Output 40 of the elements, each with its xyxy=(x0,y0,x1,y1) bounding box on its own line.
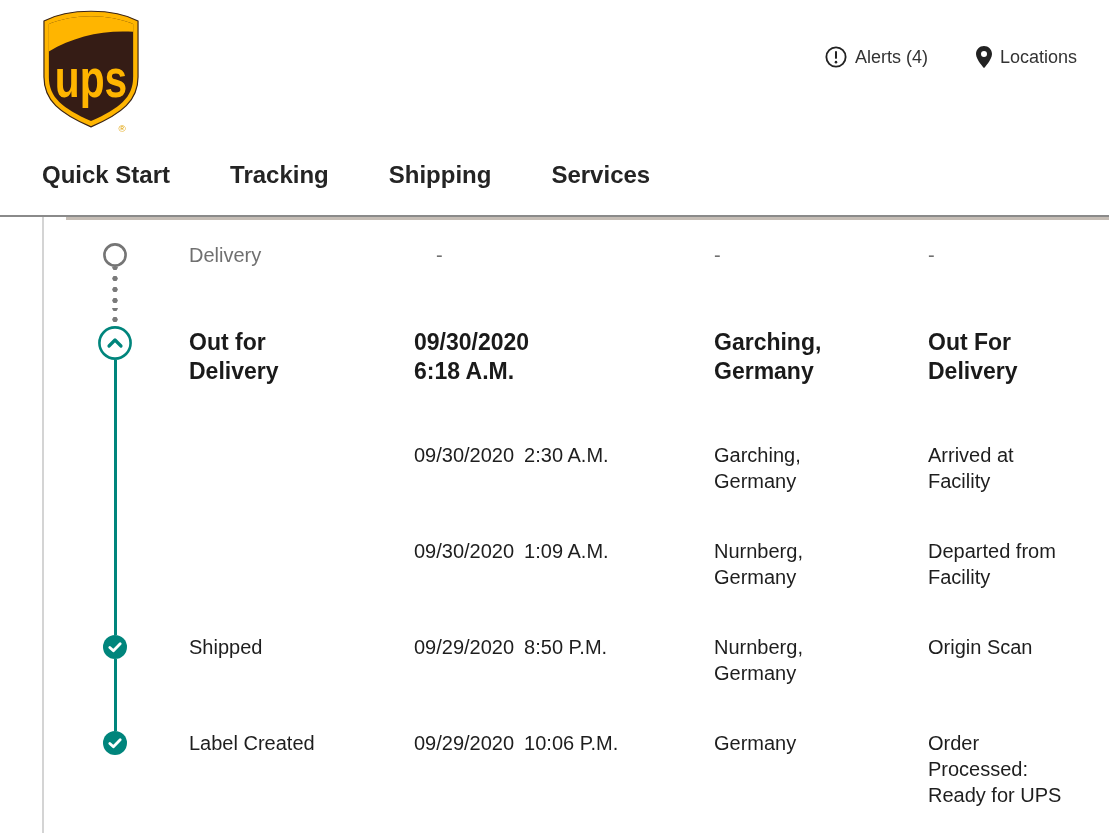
nav-link[interactable]: Services xyxy=(551,160,651,190)
locations-link[interactable]: Locations xyxy=(975,45,1077,69)
event-date: 09/30/2020 xyxy=(414,328,530,357)
milestone-status: Out for Delivery xyxy=(189,328,280,386)
event-location: Nurnberg, Germany xyxy=(714,539,804,590)
event-activity: Origin Scan xyxy=(928,635,1033,660)
alerts-link[interactable]: Alerts (4) xyxy=(824,45,928,69)
event-location: - xyxy=(714,243,721,268)
event-location: Garching, Germany xyxy=(714,443,802,494)
shield-logo: ups ® xyxy=(42,10,140,135)
milestone-status: Label Created xyxy=(189,731,315,756)
event-activity: Out For Delivery xyxy=(928,328,1019,386)
event-activity: Order Processed: Ready for UPS xyxy=(928,731,1063,808)
nav-link[interactable]: Quick Start xyxy=(42,160,171,190)
link-label: Locations xyxy=(999,46,1077,69)
event-date: 09/29/2020 xyxy=(414,731,515,756)
nav-link[interactable]: Tracking xyxy=(230,160,329,190)
alert-icon xyxy=(824,46,847,68)
empty-circle-icon xyxy=(103,243,127,267)
event-date: 09/30/2020 xyxy=(414,539,515,564)
map-pin-icon xyxy=(975,46,992,68)
event-time: 1:09 A.M. xyxy=(524,539,609,564)
event-date: 09/30/2020 xyxy=(414,443,515,468)
event-activity: - xyxy=(928,243,935,268)
milestone-status: Shipped xyxy=(189,635,263,660)
event-time: 8:50 P.M. xyxy=(524,635,608,660)
nav-link[interactable]: Shipping xyxy=(388,160,492,190)
event-date: 09/29/2020 xyxy=(414,635,515,660)
event-time: 2:30 A.M. xyxy=(524,443,609,468)
event-activity: Departed from Facility xyxy=(928,539,1057,590)
event-activity: Arrived at Facility xyxy=(928,443,1015,494)
event-location: Germany xyxy=(714,731,797,756)
event-time: 10:06 P.M. xyxy=(524,731,619,756)
event-time: 6:18 A.M. xyxy=(414,357,515,386)
event-location: Nurnberg, Germany xyxy=(714,635,804,686)
event-location: Garching, Germany xyxy=(714,328,823,386)
milestone-status: Delivery xyxy=(189,243,262,268)
link-label: Alerts (4) xyxy=(854,46,928,69)
chevron-up-icon[interactable] xyxy=(98,325,132,360)
event-date: - xyxy=(436,243,443,268)
